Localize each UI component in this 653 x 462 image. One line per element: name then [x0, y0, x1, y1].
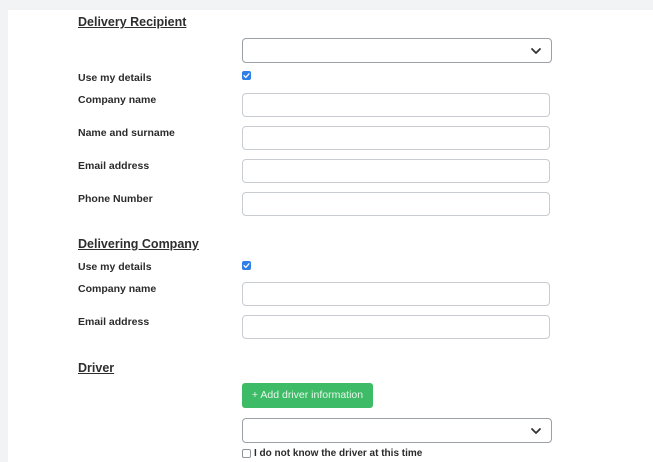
- recipient-email-label: Email address: [78, 160, 150, 172]
- recipient-use-details-label: Use my details: [78, 72, 152, 84]
- driver-unknown-checkbox[interactable]: [242, 449, 251, 458]
- recipient-phone-label: Phone Number: [78, 193, 153, 205]
- delivering-email-label: Email address: [78, 316, 150, 328]
- recipient-phone-input[interactable]: [242, 192, 550, 216]
- delivering-use-details-checkbox[interactable]: [242, 261, 251, 270]
- recipient-email-input[interactable]: [242, 159, 550, 183]
- chevron-down-icon: [531, 428, 541, 434]
- recipient-select[interactable]: [242, 38, 552, 63]
- check-icon: [243, 73, 250, 79]
- section-title-delivery-recipient: Delivery Recipient: [78, 15, 187, 29]
- recipient-company-input[interactable]: [242, 93, 550, 117]
- driver-select[interactable]: [242, 418, 552, 443]
- recipient-name-label: Name and surname: [78, 127, 175, 139]
- driver-unknown-label: I do not know the driver at this time: [254, 448, 423, 459]
- chevron-down-icon: [531, 48, 541, 54]
- section-title-driver: Driver: [78, 361, 115, 375]
- recipient-company-label: Company name: [78, 94, 157, 106]
- add-driver-button[interactable]: + Add driver information: [242, 383, 373, 408]
- delivering-company-input[interactable]: [242, 282, 550, 306]
- delivering-email-input[interactable]: [242, 315, 550, 339]
- delivering-company-label: Company name: [78, 283, 157, 295]
- delivering-use-details-label: Use my details: [78, 261, 152, 273]
- section-title-delivering-company: Delivering Company: [78, 237, 199, 251]
- check-icon: [243, 263, 250, 269]
- recipient-use-details-checkbox[interactable]: [242, 71, 251, 80]
- recipient-name-input[interactable]: [242, 126, 550, 150]
